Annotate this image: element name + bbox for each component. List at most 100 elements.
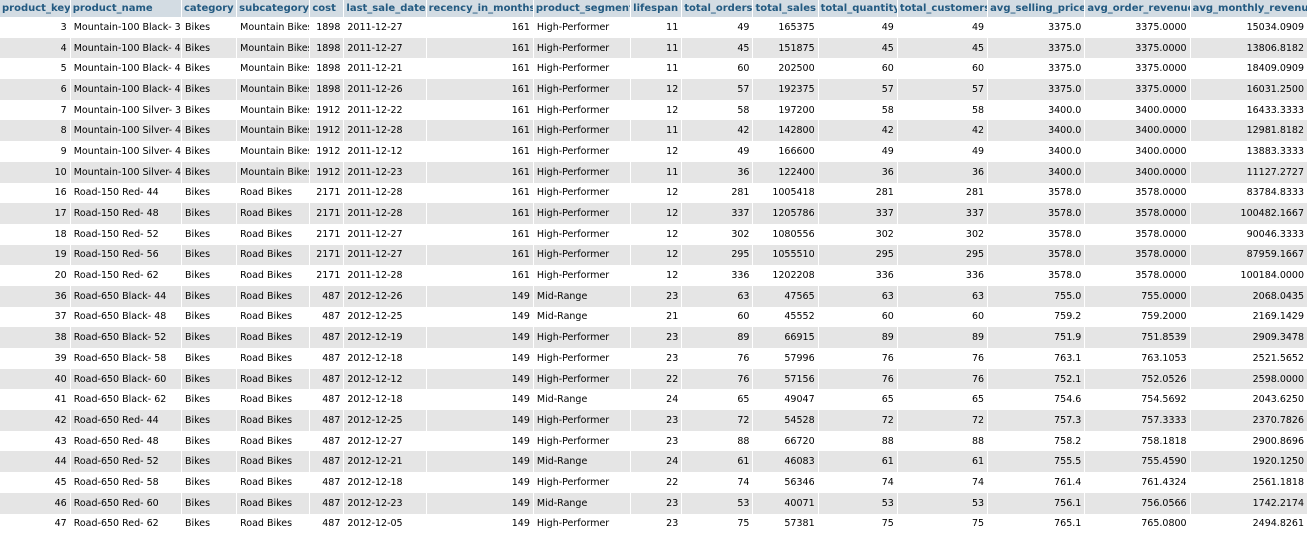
cell-total-quantity[interactable]: 57 (818, 79, 897, 100)
cell-product-segment[interactable]: Mid-Range (533, 307, 630, 328)
cell-last-sale-date[interactable]: 2011-12-27 (344, 17, 426, 38)
cell-total-orders[interactable]: 36 (682, 162, 753, 183)
cell-product-segment[interactable]: Mid-Range (533, 389, 630, 410)
cell-avg-order-revenue[interactable]: 754.5692 (1085, 389, 1190, 410)
cell-product-name[interactable]: Road-650 Black- 44 (70, 286, 181, 307)
cell-total-sales[interactable]: 202500 (753, 58, 818, 79)
cell-total-quantity[interactable]: 89 (818, 327, 897, 348)
cell-avg-selling-price[interactable]: 758.2 (988, 431, 1085, 452)
cell-recency-in-months[interactable]: 161 (426, 245, 533, 266)
cell-total-sales[interactable]: 166600 (753, 141, 818, 162)
cell-product-segment[interactable]: High-Performer (533, 183, 630, 204)
cell-product-segment[interactable]: High-Performer (533, 265, 630, 286)
cell-category[interactable]: Bikes (181, 327, 236, 348)
cell-recency-in-months[interactable]: 161 (426, 58, 533, 79)
cell-lifespan[interactable]: 23 (631, 327, 682, 348)
cell-total-customers[interactable]: 72 (897, 410, 987, 431)
cell-last-sale-date[interactable]: 2011-12-28 (344, 183, 426, 204)
cell-product-segment[interactable]: Mid-Range (533, 451, 630, 472)
cell-total-quantity[interactable]: 75 (818, 514, 897, 534)
cell-subcategory[interactable]: Mountain Bikes (237, 79, 310, 100)
cell-total-sales[interactable]: 66915 (753, 327, 818, 348)
cell-recency-in-months[interactable]: 161 (426, 79, 533, 100)
cell-subcategory[interactable]: Road Bikes (237, 410, 310, 431)
cell-product-name[interactable]: Mountain-100 Black- 42 (70, 38, 181, 59)
cell-total-sales[interactable]: 1005418 (753, 183, 818, 204)
cell-avg-monthly-revenue[interactable]: 100184.0000 (1190, 265, 1307, 286)
cell-total-customers[interactable]: 65 (897, 389, 987, 410)
cell-total-sales[interactable]: 56346 (753, 472, 818, 493)
cell-recency-in-months[interactable]: 149 (426, 472, 533, 493)
cell-total-customers[interactable]: 281 (897, 183, 987, 204)
cell-product-key[interactable]: 20 (0, 265, 70, 286)
cell-product-segment[interactable]: High-Performer (533, 141, 630, 162)
cell-cost[interactable]: 1912 (310, 141, 344, 162)
cell-lifespan[interactable]: 11 (631, 162, 682, 183)
cell-total-sales[interactable]: 1202208 (753, 265, 818, 286)
cell-product-name[interactable]: Road-150 Red- 48 (70, 203, 181, 224)
cell-avg-monthly-revenue[interactable]: 18409.0909 (1190, 58, 1307, 79)
cell-cost[interactable]: 1912 (310, 162, 344, 183)
cell-recency-in-months[interactable]: 149 (426, 514, 533, 534)
cell-avg-order-revenue[interactable]: 3375.0000 (1085, 17, 1190, 38)
cell-category[interactable]: Bikes (181, 183, 236, 204)
cell-subcategory[interactable]: Road Bikes (237, 493, 310, 514)
column-header-cost[interactable]: cost (310, 0, 344, 17)
cell-total-sales[interactable]: 142800 (753, 120, 818, 141)
cell-last-sale-date[interactable]: 2012-12-19 (344, 327, 426, 348)
table-row[interactable]: 45Road-650 Red- 58BikesRoad Bikes4872012… (0, 472, 1308, 493)
column-header-total-quantity[interactable]: total_quantity (818, 0, 897, 17)
cell-subcategory[interactable]: Road Bikes (237, 203, 310, 224)
cell-total-orders[interactable]: 61 (682, 451, 753, 472)
cell-last-sale-date[interactable]: 2012-12-21 (344, 451, 426, 472)
cell-total-orders[interactable]: 58 (682, 100, 753, 121)
cell-product-key[interactable]: 36 (0, 286, 70, 307)
cell-avg-order-revenue[interactable]: 759.2000 (1085, 307, 1190, 328)
cell-subcategory[interactable]: Road Bikes (237, 348, 310, 369)
cell-total-customers[interactable]: 61 (897, 451, 987, 472)
cell-total-sales[interactable]: 45552 (753, 307, 818, 328)
cell-total-orders[interactable]: 88 (682, 431, 753, 452)
cell-total-customers[interactable]: 336 (897, 265, 987, 286)
column-header-recency-in-months[interactable]: recency_in_months (426, 0, 533, 17)
cell-total-sales[interactable]: 40071 (753, 493, 818, 514)
cell-avg-selling-price[interactable]: 3400.0 (988, 162, 1085, 183)
cell-product-segment[interactable]: High-Performer (533, 514, 630, 534)
column-header-subcategory[interactable]: subcategory (237, 0, 310, 17)
cell-cost[interactable]: 487 (310, 472, 344, 493)
cell-total-quantity[interactable]: 336 (818, 265, 897, 286)
cell-total-quantity[interactable]: 76 (818, 369, 897, 390)
table-row[interactable]: 8Mountain-100 Silver- 42BikesMountain Bi… (0, 120, 1308, 141)
cell-cost[interactable]: 487 (310, 327, 344, 348)
cell-product-name[interactable]: Road-650 Black- 58 (70, 348, 181, 369)
cell-lifespan[interactable]: 11 (631, 120, 682, 141)
cell-last-sale-date[interactable]: 2012-12-18 (344, 348, 426, 369)
cell-avg-monthly-revenue[interactable]: 2494.8261 (1190, 514, 1307, 534)
cell-total-quantity[interactable]: 53 (818, 493, 897, 514)
cell-product-key[interactable]: 41 (0, 389, 70, 410)
cell-product-name[interactable]: Road-650 Red- 58 (70, 472, 181, 493)
cell-product-key[interactable]: 37 (0, 307, 70, 328)
cell-recency-in-months[interactable]: 161 (426, 141, 533, 162)
cell-category[interactable]: Bikes (181, 514, 236, 534)
cell-total-customers[interactable]: 60 (897, 58, 987, 79)
cell-lifespan[interactable]: 12 (631, 141, 682, 162)
cell-product-key[interactable]: 3 (0, 17, 70, 38)
cell-product-key[interactable]: 8 (0, 120, 70, 141)
cell-avg-selling-price[interactable]: 3375.0 (988, 58, 1085, 79)
cell-avg-selling-price[interactable]: 765.1 (988, 514, 1085, 534)
cell-total-customers[interactable]: 45 (897, 38, 987, 59)
cell-total-customers[interactable]: 295 (897, 245, 987, 266)
cell-subcategory[interactable]: Mountain Bikes (237, 17, 310, 38)
cell-recency-in-months[interactable]: 161 (426, 38, 533, 59)
cell-product-name[interactable]: Road-150 Red- 52 (70, 224, 181, 245)
cell-total-quantity[interactable]: 49 (818, 141, 897, 162)
cell-product-segment[interactable]: High-Performer (533, 348, 630, 369)
cell-cost[interactable]: 1898 (310, 79, 344, 100)
cell-avg-monthly-revenue[interactable]: 2900.8696 (1190, 431, 1307, 452)
cell-avg-order-revenue[interactable]: 765.0800 (1085, 514, 1190, 534)
cell-last-sale-date[interactable]: 2012-12-25 (344, 307, 426, 328)
cell-total-quantity[interactable]: 49 (818, 17, 897, 38)
cell-product-name[interactable]: Road-150 Red- 62 (70, 265, 181, 286)
cell-subcategory[interactable]: Road Bikes (237, 514, 310, 534)
